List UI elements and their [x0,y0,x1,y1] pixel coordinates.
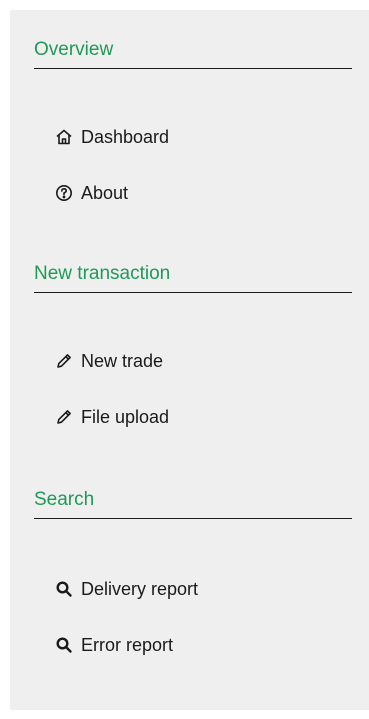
nav-item-label: About [81,182,129,203]
nav-item-label: Dashboard [81,126,170,147]
nav-item-new-trade[interactable]: New trade [55,348,163,374]
nav-item-label: New trade [81,350,164,371]
info-icon [55,184,73,202]
search-icon [55,636,73,654]
nav-item-about[interactable]: About [55,180,128,206]
nav-item-label: Delivery report [81,578,199,599]
pencil-icon [55,352,73,370]
pencil-icon [55,408,73,426]
nav-item-label: Error report [81,634,174,655]
sidebar-nav: Overview Dashboard About New transaction [10,10,369,710]
search-icon [55,580,73,598]
nav-item-dashboard[interactable]: Dashboard [55,124,169,150]
section-title-new-transaction: New transaction [34,263,352,293]
section-search: Search [34,489,352,519]
nav-item-label: File upload [81,406,170,427]
nav-item-delivery-report[interactable]: Delivery report [55,576,198,602]
nav-item-error-report[interactable]: Error report [55,632,173,658]
section-overview: Overview [34,39,352,69]
section-title-overview: Overview [34,39,352,69]
section-new-transaction: New transaction [34,263,352,293]
nav-item-file-upload[interactable]: File upload [55,404,169,430]
section-title-search: Search [34,489,352,519]
home-icon [55,128,73,146]
